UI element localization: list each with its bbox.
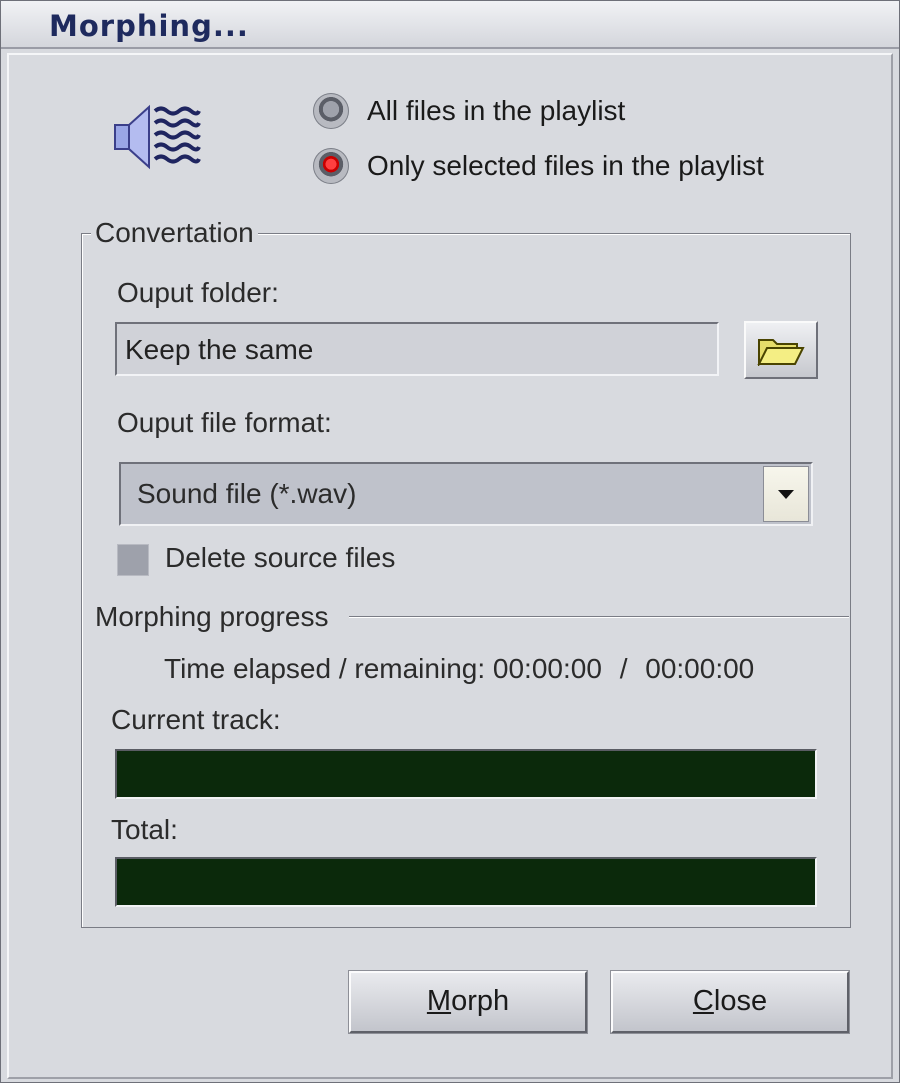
time-caption: Time elapsed / remaining:: [164, 653, 486, 684]
conversion-legend: Convertation: [91, 217, 258, 249]
output-folder-value: Keep the same: [125, 334, 314, 365]
output-folder-label: Ouput folder:: [117, 277, 279, 308]
morphing-dialog: Morphing... All files in the playlist On…: [0, 0, 900, 1083]
browse-folder-button[interactable]: [744, 321, 818, 379]
morph-mnemonic: M: [426, 985, 452, 1017]
radio-all-files[interactable]: All files in the playlist: [313, 91, 625, 131]
output-folder-input[interactable]: Keep the same: [115, 322, 719, 376]
radio-label-all-files: All files in the playlist: [367, 95, 626, 126]
delete-source-label: Delete source files: [165, 542, 396, 573]
folder-open-icon: [757, 339, 805, 366]
radio-label-selected-files: Only selected files in the playlist: [367, 150, 764, 181]
output-format-select[interactable]: Sound file (*.wav): [119, 462, 813, 526]
morph-button[interactable]: Morph: [348, 970, 588, 1034]
close-label-rest: lose: [713, 985, 768, 1017]
close-mnemonic: C: [692, 985, 714, 1017]
morph-label-rest: orph: [451, 985, 510, 1017]
total-progress-bar: [115, 857, 817, 907]
progress-divider: [349, 616, 849, 618]
progress-legend: Morphing progress: [91, 601, 333, 633]
time-elapsed: 00:00:00: [492, 653, 602, 684]
output-format-value: Sound file (*.wav): [137, 478, 357, 509]
radio-selected-files[interactable]: Only selected files in the playlist: [313, 146, 764, 186]
delete-source-checkbox[interactable]: [117, 544, 149, 576]
time-separator: /: [619, 653, 628, 684]
current-track-progress-bar: [115, 749, 817, 799]
total-label: Total:: [111, 814, 178, 845]
radio-button-all-files[interactable]: [313, 93, 349, 129]
output-format-label: Ouput file format:: [117, 407, 332, 438]
window-title: Morphing...: [49, 9, 249, 43]
radio-button-selected-files[interactable]: [313, 148, 349, 184]
speaker-wave-icon: [114, 104, 201, 170]
dropdown-arrow-icon[interactable]: [763, 466, 809, 522]
close-button[interactable]: Close: [610, 970, 850, 1034]
time-label: Time elapsed / remaining: 00:00:00 / 00:…: [164, 653, 754, 685]
title-bar[interactable]: Morphing...: [1, 1, 899, 49]
time-remaining: 00:00:00: [645, 653, 755, 684]
current-track-label: Current track:: [111, 704, 281, 735]
